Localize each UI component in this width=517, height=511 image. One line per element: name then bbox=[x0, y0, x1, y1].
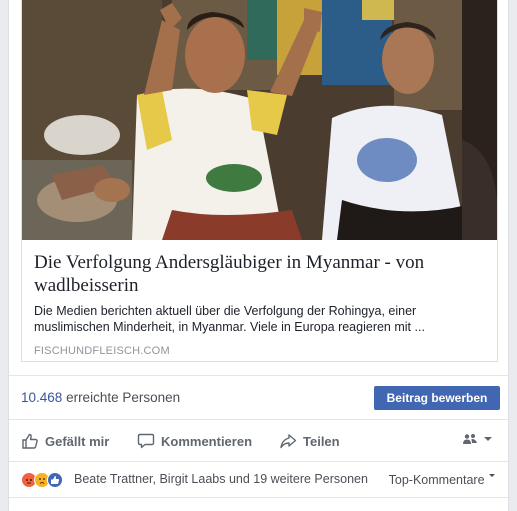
reach-count[interactable]: 10.468 bbox=[21, 390, 62, 405]
comment-sort-label: Top-Kommentare bbox=[388, 473, 485, 487]
reach-label: erreichte Personen bbox=[66, 390, 181, 405]
preview-description: Die Medien berichten aktuell über die Ve… bbox=[34, 304, 425, 334]
share-arrow-icon bbox=[280, 434, 297, 449]
share-button[interactable]: Teilen bbox=[279, 432, 340, 450]
friends-audience-icon bbox=[463, 434, 477, 444]
chevron-down-icon bbox=[484, 437, 492, 441]
audience-selector[interactable] bbox=[462, 433, 494, 445]
preview-image[interactable] bbox=[22, 0, 497, 240]
like-button[interactable]: Gefällt mir bbox=[21, 432, 109, 450]
like-reaction-icon bbox=[47, 472, 63, 488]
link-preview[interactable]: Die Verfolgung Andersgläubiger in Myanma… bbox=[21, 0, 498, 362]
reach-bar: 10.468 erreichte Personen Beitrag bewerb… bbox=[9, 375, 508, 419]
preview-domain: FISCHUNDFLEISCH.COM bbox=[34, 345, 170, 357]
action-bar: Gefällt mir Kommentieren Teilen bbox=[9, 419, 508, 461]
like-label: Gefällt mir bbox=[45, 433, 110, 449]
comment-label: Kommentieren bbox=[161, 433, 253, 449]
boost-post-button[interactable]: Beitrag bewerben bbox=[374, 386, 500, 410]
sort-chevron-icon bbox=[489, 474, 495, 477]
preview-text[interactable]: Die Verfolgung Andersgläubiger in Myanma… bbox=[22, 240, 497, 361]
thumbs-up-icon bbox=[22, 433, 38, 449]
praying-women-photo bbox=[22, 0, 497, 240]
comment-sort-dropdown[interactable]: Top-Kommentare bbox=[389, 472, 496, 487]
comment-button[interactable]: Kommentieren bbox=[137, 432, 252, 450]
reaction-icons[interactable] bbox=[21, 472, 63, 488]
reaction-names-link[interactable]: Beate Trattner, Birgit Laabs und 19 weit… bbox=[74, 472, 368, 486]
preview-title[interactable]: Die Verfolgung Andersgläubiger in Myanma… bbox=[34, 251, 485, 297]
post-card: Die Verfolgung Andersgläubiger in Myanma… bbox=[8, 0, 509, 511]
reactions-bar: Beate Trattner, Birgit Laabs und 19 weit… bbox=[9, 461, 508, 497]
comment-bubble-icon bbox=[137, 433, 155, 449]
reach-stats[interactable]: 10.468 erreichte Personen bbox=[21, 390, 180, 405]
share-label: Teilen bbox=[303, 433, 340, 449]
comments-divider bbox=[9, 497, 508, 511]
